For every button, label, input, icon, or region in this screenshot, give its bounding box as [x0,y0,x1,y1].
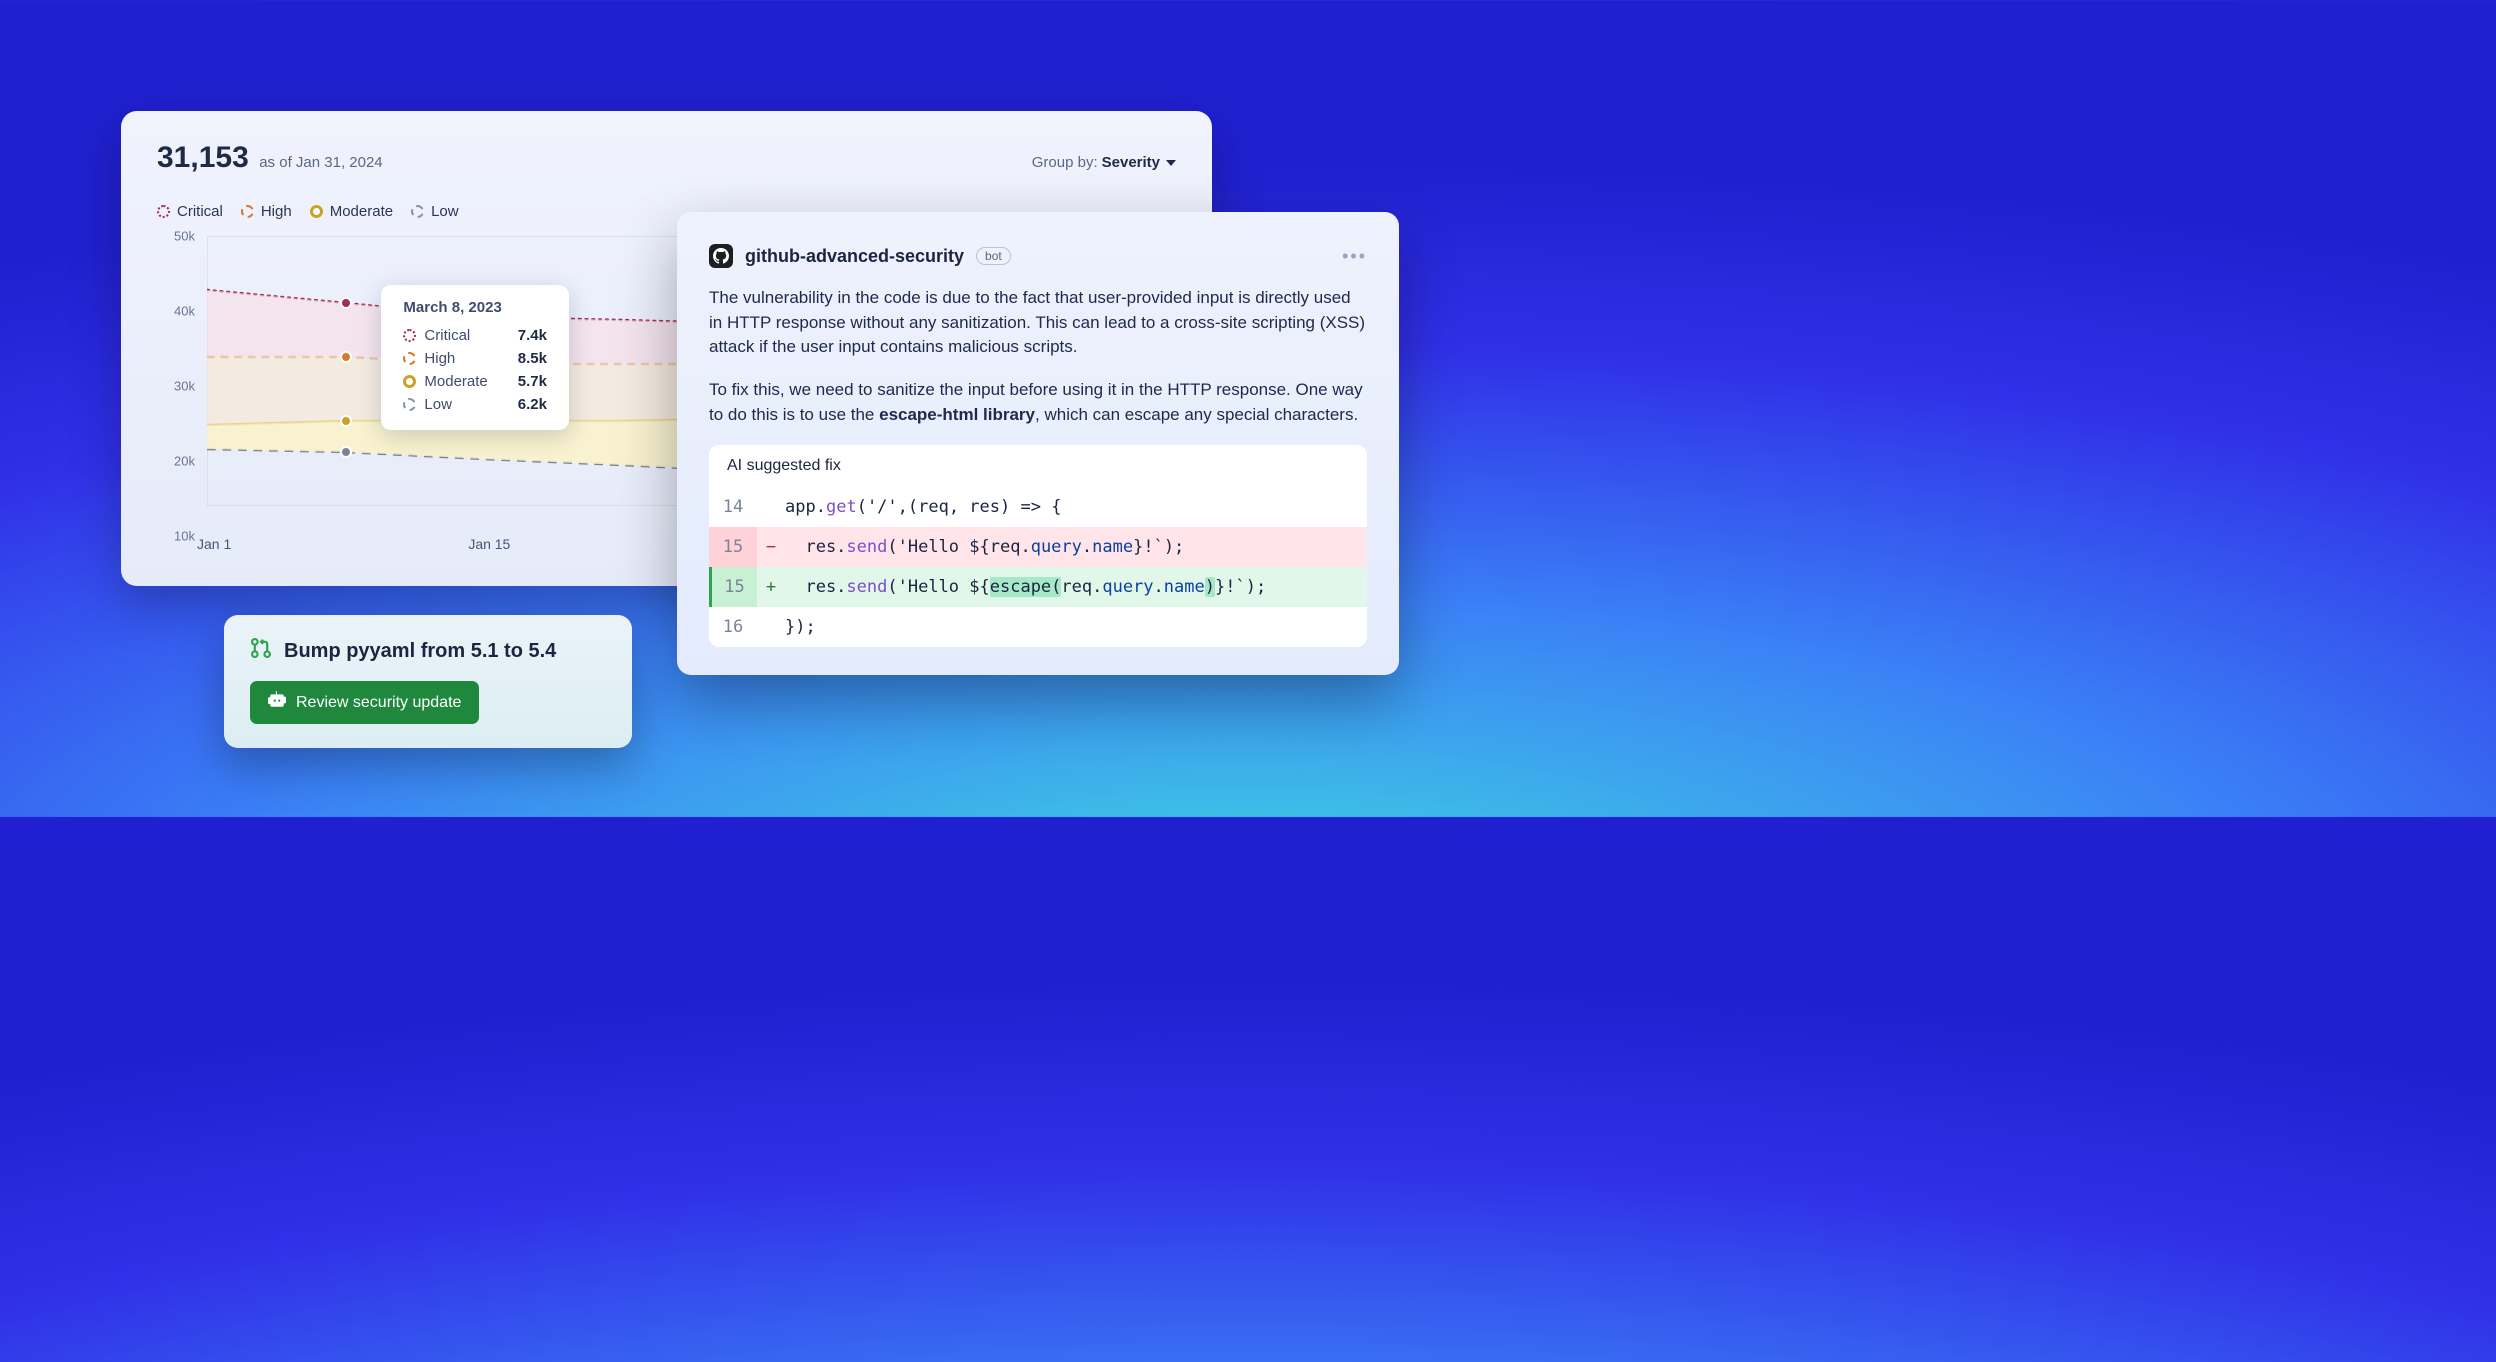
chart-tooltip: March 8, 2023 Critical 7.4k High 8.5k Mo… [381,285,569,430]
critical-marker-icon [157,205,170,218]
legend-moderate[interactable]: Moderate [310,203,393,220]
high-marker-icon [241,205,254,218]
y-tick: 30k [174,379,195,394]
moderate-marker-icon [310,205,323,218]
bump-title-row: Bump pyyaml from 5.1 to 5.4 [250,637,606,665]
group-by-label: Group by: [1032,154,1098,171]
bot-author-name[interactable]: github-advanced-security [745,246,964,267]
legend-low[interactable]: Low [411,203,459,220]
dependabot-bump-card: Bump pyyaml from 5.1 to 5.4 Review secur… [224,615,632,748]
diff-plus-icon: + [757,567,785,607]
y-tick: 50k [174,229,195,244]
diff-minus-icon: − [757,527,785,567]
x-tick: Jan 15 [468,536,510,552]
code-line-14: 14 app.get('/',(req, res) => { [709,487,1367,527]
security-bot-comment-card: github-advanced-security bot ••• The vul… [677,212,1399,675]
review-button-label: Review security update [296,694,461,712]
ai-suggested-fix-card: AI suggested fix 14 app.get('/',(req, re… [709,445,1367,647]
as-of-date: as of Jan 31, 2024 [259,154,382,171]
alert-count: 31,153 [157,141,249,174]
legend-critical[interactable]: Critical [157,203,223,220]
tooltip-row-critical: Critical 7.4k [403,324,547,347]
code-line-15-removed: 15 − res.send('Hello ${req.query.name}!`… [709,527,1367,567]
y-tick: 40k [174,304,195,319]
chart-point-high[interactable] [340,351,352,363]
kebab-menu-icon[interactable]: ••• [1342,246,1367,267]
tooltip-row-low: Low 6.2k [403,393,547,416]
critical-marker-icon [403,329,416,342]
code-line-15-added: 15 + res.send('Hello ${escape(req.query.… [709,567,1367,607]
pull-request-icon [250,637,272,665]
y-tick: 20k [174,454,195,469]
bot-paragraph-2: To fix this, we need to sanitize the inp… [709,378,1367,427]
bot-paragraph-1: The vulnerability in the code is due to … [709,286,1367,360]
tooltip-date: March 8, 2023 [403,299,547,316]
low-marker-icon [403,398,416,411]
github-logo-icon [709,244,733,268]
high-marker-icon [403,352,416,365]
chart-point-moderate[interactable] [340,415,352,427]
low-marker-icon [411,205,424,218]
x-tick: Jan 1 [197,536,231,552]
tooltip-row-high: High 8.5k [403,347,547,370]
chevron-down-icon [1166,160,1176,166]
moderate-marker-icon [403,375,416,388]
chart-point-critical[interactable] [340,297,352,309]
dependabot-icon [268,691,286,714]
chart-point-low[interactable] [340,446,352,458]
bot-comment-body: The vulnerability in the code is due to … [709,286,1367,427]
group-by-value: Severity [1102,154,1160,171]
bot-badge: bot [976,247,1011,265]
code-line-16: 16 }); [709,607,1367,647]
group-by-dropdown[interactable]: Group by: Severity [1032,154,1176,171]
tooltip-row-moderate: Moderate 5.7k [403,370,547,393]
code-card-title: AI suggested fix [709,445,1367,487]
bump-title-text: Bump pyyaml from 5.1 to 5.4 [284,640,556,663]
review-security-update-button[interactable]: Review security update [250,681,479,724]
legend-high[interactable]: High [241,203,292,220]
chart-count-header: 31,153 as of Jan 31, 2024 [157,141,383,175]
y-tick: 10k [174,529,195,544]
